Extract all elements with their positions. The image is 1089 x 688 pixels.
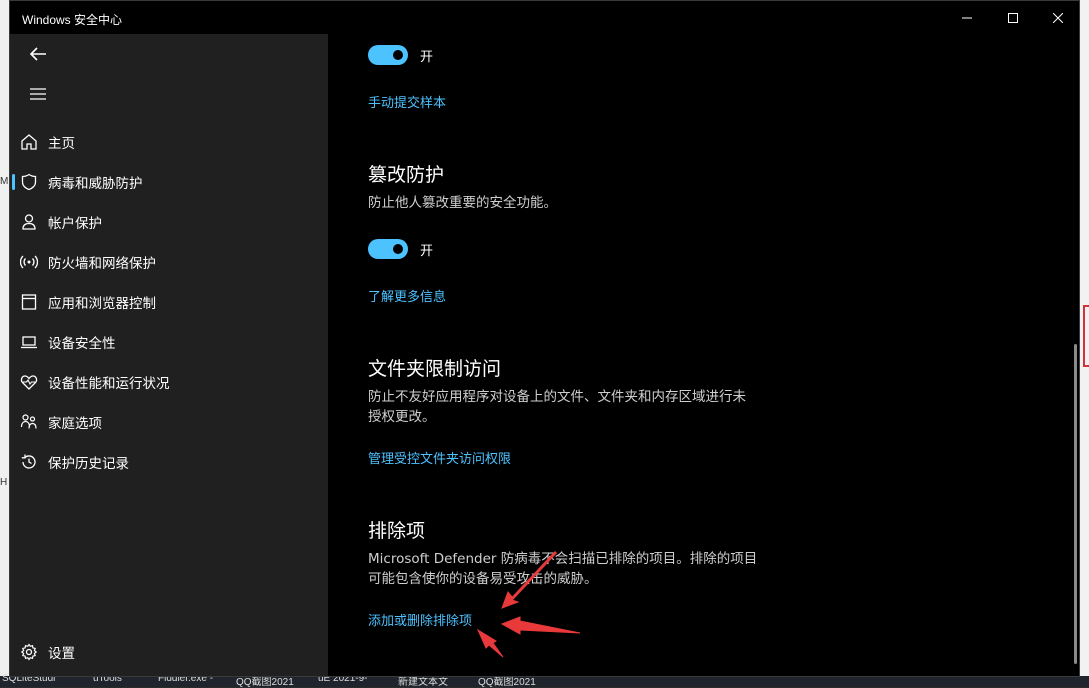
windows-security-window: Windows 安全中心 主页 病毒和威胁防护 帐户保护 防火墙和网络保护 应用… [9, 0, 1080, 677]
family-icon [20, 414, 37, 429]
desktop-text-fragment: H [0, 477, 8, 488]
sidebar-item-app-browser-control[interactable]: 应用和浏览器控制 [10, 282, 328, 322]
sidebar-item-family-options[interactable]: 家庭选项 [10, 402, 328, 442]
active-indicator [12, 174, 15, 190]
sidebar: 主页 病毒和威胁防护 帐户保护 防火墙和网络保护 应用和浏览器控制 设备安全性 … [10, 34, 328, 676]
desktop-left-edge: M H [0, 0, 9, 687]
submit-sample-link[interactable]: 手动提交样本 [368, 92, 446, 111]
desktop-right-edge [1079, 0, 1089, 687]
minimize-icon [962, 17, 972, 18]
sidebar-item-label: 家庭选项 [48, 416, 102, 432]
window-title: Windows 安全中心 [22, 13, 123, 27]
sidebar-item-label: 防火墙和网络保护 [48, 256, 156, 272]
close-icon [1053, 12, 1063, 23]
exclusions-heading: 排除项 [368, 520, 426, 542]
cloud-sample-toggle-row: 开 [368, 43, 433, 67]
taskbar: SQLiteStudi uTools Fiddler.exe - QQ截图202… [0, 673, 1089, 688]
sidebar-item-home[interactable]: 主页 [10, 122, 328, 162]
sidebar-item-label: 设置 [48, 646, 75, 662]
maximize-icon [1008, 12, 1018, 23]
sample-submission-toggle[interactable] [368, 45, 408, 65]
title-bar[interactable]: Windows 安全中心 [10, 1, 1079, 34]
controlled-folder-heading: 文件夹限制访问 [368, 358, 502, 380]
heart-pulse-icon [20, 375, 38, 390]
content-scrollbar[interactable] [1074, 344, 1077, 664]
close-button[interactable] [1035, 1, 1079, 34]
main-content: 开 手动提交样本 篡改防护 防止他人篡改重要的安全功能。 开 了解更多信息 文件… [328, 34, 1079, 676]
laptop-icon [21, 336, 37, 349]
background-window-fragment [1083, 305, 1089, 367]
sidebar-item-label: 设备性能和运行状况 [48, 376, 170, 392]
sidebar-item-settings[interactable]: 设置 [10, 632, 328, 672]
tamper-protection-heading: 篡改防护 [368, 164, 445, 186]
home-icon [21, 134, 37, 150]
sidebar-item-device-performance[interactable]: 设备性能和运行状况 [10, 362, 328, 402]
back-arrow-icon [29, 47, 46, 61]
sidebar-item-label: 应用和浏览器控制 [48, 296, 156, 312]
back-button[interactable] [18, 37, 58, 71]
sidebar-item-label: 帐户保护 [48, 216, 102, 232]
sidebar-item-device-security[interactable]: 设备安全性 [10, 322, 328, 362]
tamper-protection-toggle[interactable] [368, 239, 408, 259]
manage-controlled-folder-link[interactable]: 管理受控文件夹访问权限 [368, 448, 511, 467]
add-remove-exclusions-link[interactable]: 添加或删除排除项 [368, 610, 472, 629]
learn-more-link[interactable]: 了解更多信息 [368, 286, 446, 305]
toggle-state-label: 开 [420, 243, 434, 259]
gear-icon [20, 643, 38, 661]
hamburger-menu-icon [30, 88, 46, 100]
sidebar-item-label: 保护历史记录 [48, 456, 129, 472]
tamper-protection-description: 防止他人篡改重要的安全功能。 [368, 195, 557, 211]
sidebar-item-label: 主页 [48, 136, 75, 152]
sidebar-item-label: 病毒和威胁防护 [48, 176, 143, 192]
sidebar-item-virus-protection[interactable]: 病毒和威胁防护 [10, 162, 328, 202]
app-window-icon [21, 294, 37, 310]
maximize-button[interactable] [990, 1, 1036, 34]
minimize-button[interactable] [944, 1, 990, 34]
toggle-state-label: 开 [420, 49, 434, 65]
wifi-antenna-icon [20, 255, 38, 269]
sidebar-item-label: 设备安全性 [48, 336, 116, 352]
controlled-folder-description: 防止不友好应用程序对设备上的文件、文件夹和内存区域进行未授权更改。 [368, 389, 746, 425]
tamper-toggle-row: 开 [368, 237, 433, 261]
sidebar-item-firewall[interactable]: 防火墙和网络保护 [10, 242, 328, 282]
history-icon [21, 454, 36, 469]
menu-toggle-button[interactable] [18, 77, 58, 111]
shield-icon [21, 173, 37, 191]
sidebar-item-protection-history[interactable]: 保护历史记录 [10, 442, 328, 482]
exclusions-description: Microsoft Defender 防病毒不会扫描已排除的项目。排除的项目可能… [368, 551, 758, 587]
desktop-text-fragment: M [0, 176, 9, 187]
sidebar-item-account-protection[interactable]: 帐户保护 [10, 202, 328, 242]
person-icon [22, 214, 36, 230]
